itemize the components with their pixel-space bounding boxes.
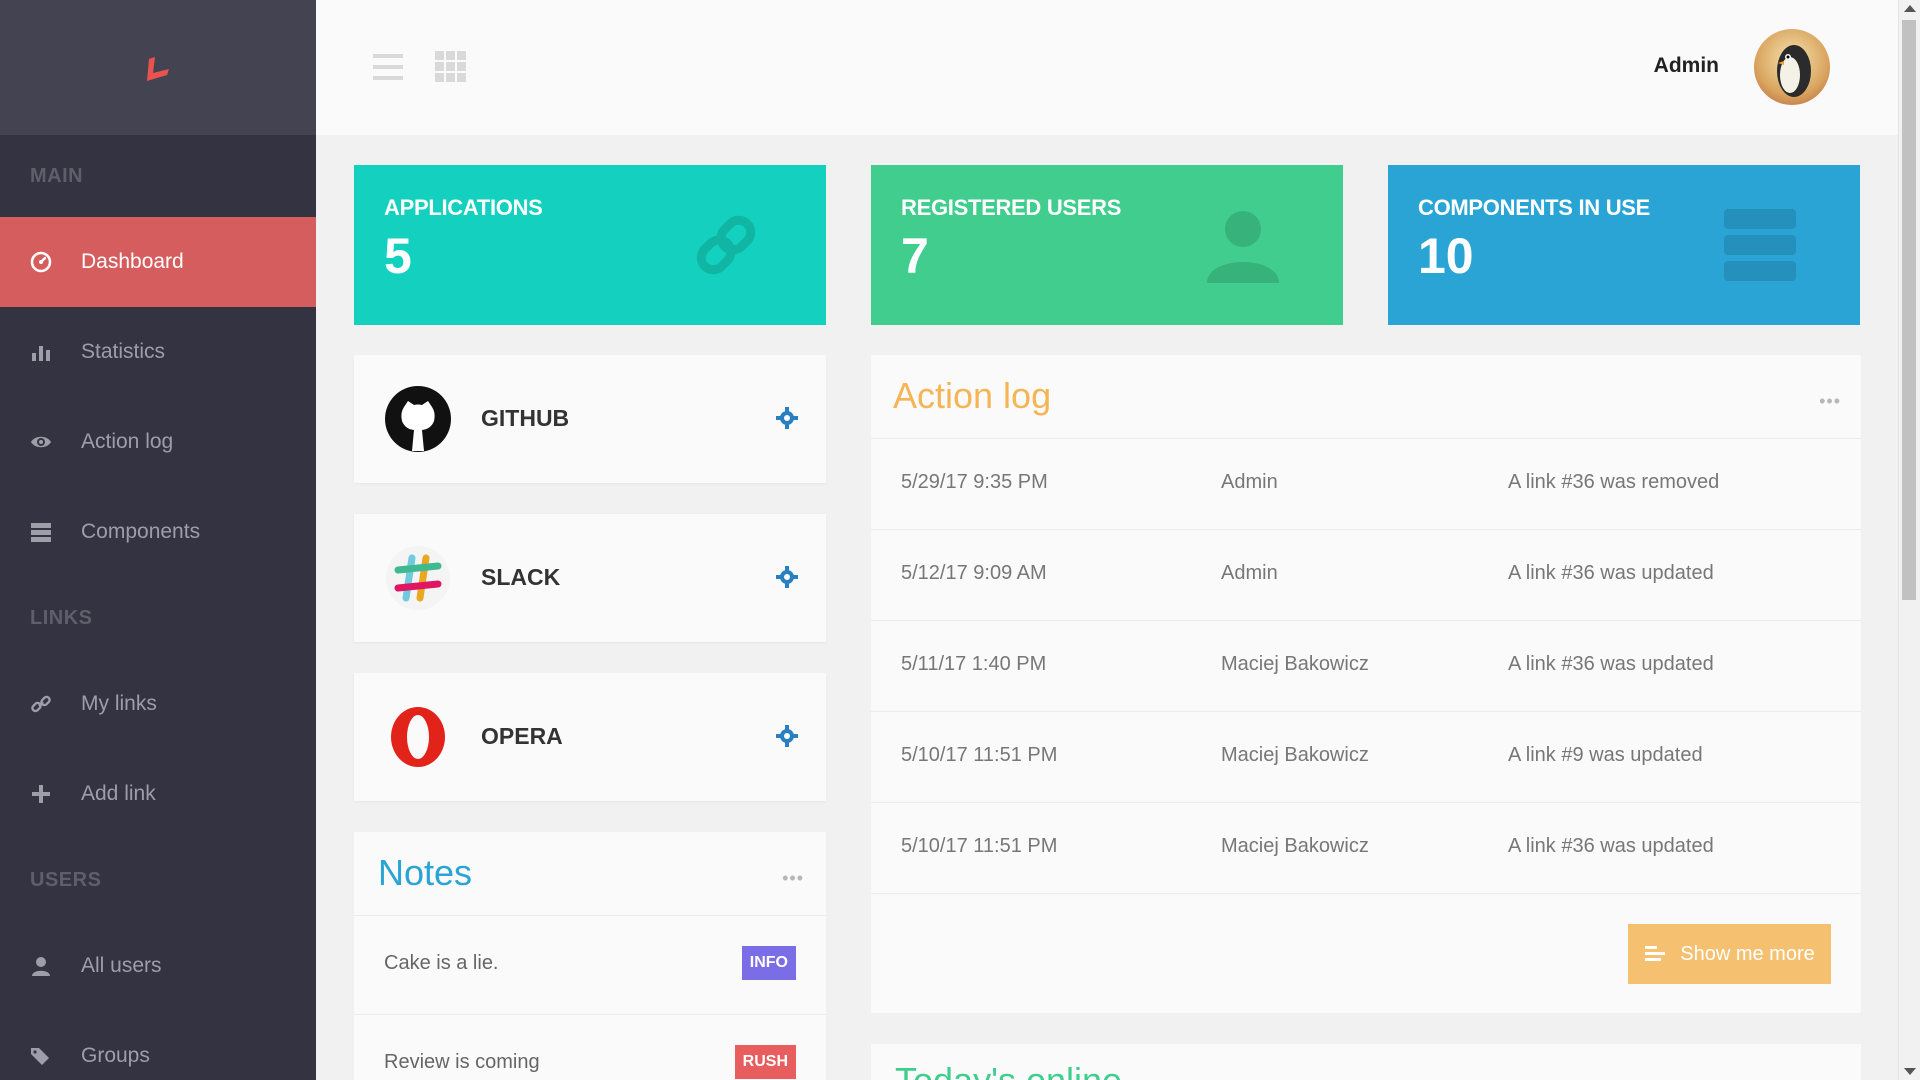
sidebar: MAIN Dashboard Statistics Action log Com… [0, 0, 316, 1080]
scroll-down-icon[interactable] [1904, 1068, 1916, 1075]
show-more-label: Show me more [1680, 942, 1815, 965]
action-log-title: Action log [893, 375, 1052, 416]
log-message: A link #36 was removed [1508, 471, 1720, 493]
link-icon [30, 693, 52, 715]
server-icon [1724, 209, 1796, 281]
log-user: Maciej Bakowicz [1221, 653, 1369, 675]
log-message: A link #36 was updated [1508, 653, 1714, 675]
sidebar-item-groups[interactable]: Groups [0, 1011, 316, 1080]
github-icon [385, 386, 451, 452]
gear-icon[interactable] [776, 725, 798, 747]
stat-card-applications[interactable]: APPLICATIONS 5 [354, 165, 826, 325]
log-user: Admin [1221, 562, 1278, 584]
log-user: Maciej Bakowicz [1221, 835, 1369, 857]
table-row: 5/11/17 1:40 PM Maciej Bakowicz A link #… [871, 621, 1861, 712]
note-text: Review is coming [384, 1051, 540, 1073]
sidebar-section-users: USERS [30, 868, 102, 891]
action-log-panel: Action log ••• 5/29/17 9:35 PM Admin A l… [871, 355, 1861, 1013]
log-message: A link #36 was updated [1508, 562, 1714, 584]
dashboard-icon [30, 251, 52, 273]
sidebar-item-label: Components [81, 520, 201, 543]
log-date: 5/11/17 1:40 PM [901, 653, 1047, 675]
penguin-avatar-icon [1777, 45, 1811, 97]
app-name: GITHUB [481, 405, 570, 431]
sidebar-item-action-log[interactable]: Action log [0, 397, 316, 487]
note-item[interactable]: Cake is a lie. INFO [354, 916, 826, 1015]
sidebar-item-all-users[interactable]: All users [0, 921, 316, 1011]
gear-icon[interactable] [776, 407, 798, 429]
server-icon [30, 521, 52, 543]
app-card-slack[interactable]: SLACK [354, 514, 826, 642]
notes-panel: Notes ••• Cake is a lie. INFO Review is … [354, 832, 826, 1080]
sidebar-item-label: Groups [81, 1044, 150, 1067]
log-message: A link #9 was updated [1508, 744, 1703, 766]
sidebar-item-add-link[interactable]: Add link [0, 749, 316, 839]
vertical-scrollbar[interactable] [1898, 0, 1920, 1080]
sidebar-item-label: My links [81, 692, 157, 715]
top-bar: Admin [316, 0, 1900, 135]
sidebar-item-components[interactable]: Components [0, 487, 316, 577]
log-date: 5/29/17 9:35 PM [901, 471, 1048, 493]
more-options-icon[interactable]: ••• [782, 868, 804, 889]
notes-header: Notes ••• [354, 832, 826, 916]
note-badge: INFO [741, 946, 796, 980]
table-row: 5/12/17 9:09 AM Admin A link #36 was upd… [871, 530, 1861, 621]
action-log-header: Action log ••• [871, 355, 1861, 439]
log-date: 5/10/17 11:51 PM [901, 744, 1058, 766]
notes-title: Notes [378, 852, 473, 893]
todays-online-panel: Today's online [871, 1044, 1861, 1080]
todays-online-title: Today's online [895, 1060, 1122, 1080]
log-user: Maciej Bakowicz [1221, 744, 1369, 766]
tags-icon [30, 1045, 52, 1067]
log-user: Admin [1221, 471, 1278, 493]
sidebar-item-label: All users [81, 954, 162, 977]
sidebar-item-statistics[interactable]: Statistics [0, 307, 316, 397]
brand-logo-icon [147, 56, 169, 81]
more-options-icon[interactable]: ••• [1819, 391, 1841, 412]
opera-icon [391, 707, 445, 767]
slack-icon [386, 546, 450, 610]
sidebar-item-label: Action log [81, 430, 174, 453]
sidebar-item-label: Statistics [81, 340, 166, 363]
grid-view-icon[interactable] [434, 50, 468, 84]
link-icon [696, 215, 756, 275]
log-date: 5/10/17 11:51 PM [901, 835, 1058, 857]
note-badge: RUSH [734, 1045, 796, 1079]
app-card-github[interactable]: GITHUB [354, 355, 826, 483]
sidebar-item-label: Dashboard [81, 250, 184, 273]
scroll-up-icon[interactable] [1904, 5, 1916, 12]
table-row: 5/10/17 11:51 PM Maciej Bakowicz A link … [871, 712, 1861, 803]
logo[interactable] [0, 0, 316, 135]
note-item[interactable]: Review is coming RUSH [354, 1015, 826, 1080]
table-row: 5/29/17 9:35 PM Admin A link #36 was rem… [871, 439, 1861, 530]
user-name[interactable]: Admin [1654, 54, 1719, 78]
user-icon [1207, 211, 1279, 283]
hamburger-menu-icon[interactable] [371, 50, 405, 84]
sidebar-item-label: Add link [81, 782, 156, 805]
gear-icon[interactable] [776, 566, 798, 588]
stat-card-registered-users[interactable]: REGISTERED USERS 7 [871, 165, 1343, 325]
sidebar-item-my-links[interactable]: My links [0, 659, 316, 749]
app-card-opera[interactable]: OPERA [354, 673, 826, 801]
note-text: Cake is a lie. [384, 952, 499, 974]
plus-icon [30, 783, 52, 805]
sidebar-item-dashboard[interactable]: Dashboard [0, 217, 316, 307]
stat-card-components[interactable]: COMPONENTS IN USE 10 [1388, 165, 1860, 325]
app-name: SLACK [481, 564, 561, 590]
scroll-thumb[interactable] [1902, 20, 1916, 600]
eye-icon [30, 431, 52, 453]
log-date: 5/12/17 9:09 AM [901, 562, 1047, 584]
sidebar-section-links: LINKS [30, 606, 93, 629]
app-name: OPERA [481, 723, 563, 749]
bar-chart-icon [30, 341, 52, 363]
avatar[interactable] [1754, 29, 1830, 105]
sidebar-section-main: MAIN [30, 164, 84, 187]
table-row: 5/10/17 11:51 PM Maciej Bakowicz A link … [871, 803, 1861, 894]
show-more-button[interactable]: Show me more [1628, 924, 1831, 984]
user-icon [30, 955, 52, 977]
log-message: A link #36 was updated [1508, 835, 1714, 857]
list-icon [1645, 946, 1666, 961]
